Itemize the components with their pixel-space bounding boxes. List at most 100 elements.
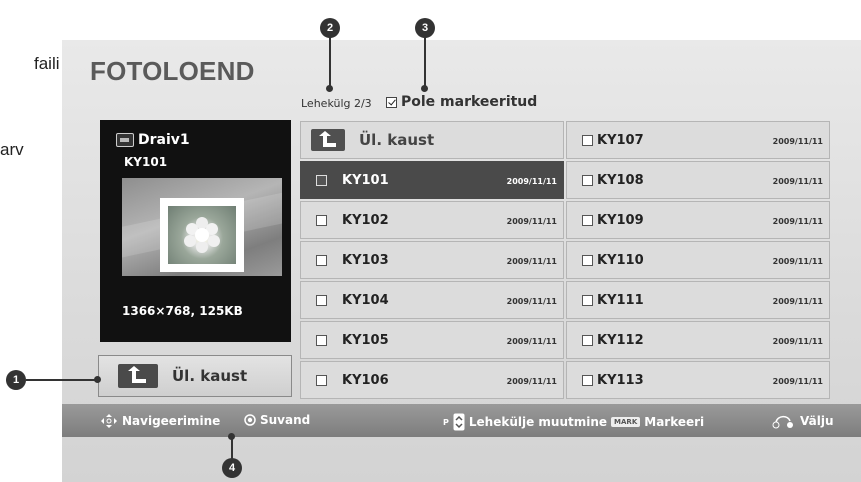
mark-key: MARK: [611, 417, 641, 427]
callout-line-3: [424, 37, 426, 87]
callout-dot-2: [326, 85, 333, 92]
file-name: KY112: [597, 332, 644, 348]
parent-folder-label: Ül. kaust: [172, 367, 248, 385]
file-date: 2009/11/11: [772, 217, 823, 226]
navigate-label: Navigeerimine: [122, 414, 221, 428]
callout-dot-1: [94, 376, 101, 383]
callout-line-2: [329, 37, 331, 87]
checkbox[interactable]: [582, 134, 593, 146]
file-item-ky112[interactable]: KY112 2009/11/11: [566, 321, 830, 359]
checkbox[interactable]: [582, 254, 593, 266]
preview-panel: Draiv1 KY101 1366×768, 125KB: [100, 120, 291, 342]
up-folder-icon: [311, 129, 345, 151]
up-folder-icon: [118, 364, 158, 388]
callout-line-1: [26, 379, 96, 381]
checkbox[interactable]: [316, 374, 327, 386]
ok-icon: [244, 414, 256, 426]
file-name: KY105: [342, 332, 389, 348]
file-item-ky104[interactable]: KY104 2009/11/11: [300, 281, 564, 319]
preview-thumbnail: [122, 178, 282, 276]
file-date: 2009/11/11: [506, 257, 557, 266]
file-item-ky109[interactable]: KY109 2009/11/11: [566, 201, 830, 239]
page-updown-icon: [453, 413, 465, 431]
file-item-ky103[interactable]: KY103 2009/11/11: [300, 241, 564, 279]
file-item-ky108[interactable]: KY108 2009/11/11: [566, 161, 830, 199]
file-item-ky101[interactable]: KY101 2009/11/11: [300, 161, 564, 199]
checkbox[interactable]: [582, 334, 593, 346]
file-date: 2009/11/11: [506, 337, 557, 346]
photo-icon: [160, 198, 244, 272]
page-title: FOTOLOEND: [90, 56, 255, 86]
file-name: KY109: [597, 212, 644, 228]
exit-label: Välju: [800, 414, 834, 428]
navigate-arrows-icon: [101, 414, 117, 428]
file-name: KY111: [597, 292, 644, 308]
checkbox[interactable]: [582, 374, 593, 386]
mark-label: Markeeri: [644, 415, 705, 429]
file-item-ky107[interactable]: KY107 2009/11/11: [566, 121, 830, 159]
callout-2: 2: [320, 18, 340, 38]
file-date: 2009/11/11: [506, 177, 557, 186]
file-date: 2009/11/11: [506, 377, 557, 386]
page-key: P: [443, 417, 449, 427]
file-date: 2009/11/11: [772, 257, 823, 266]
navigate-hint: Navigeerimine: [100, 413, 220, 429]
file-name: KY104: [342, 292, 389, 308]
side-text-2: arv: [0, 140, 24, 159]
drive-label: Draiv1: [116, 132, 190, 148]
ok-label: Suvand: [260, 413, 311, 427]
parent-folder-button[interactable]: Ül. kaust: [98, 355, 292, 397]
file-item-ky111[interactable]: KY111 2009/11/11: [566, 281, 830, 319]
checkbox[interactable]: [316, 254, 327, 266]
ok-hint: Suvand: [244, 413, 310, 427]
checkbox[interactable]: [582, 174, 593, 186]
file-item-ky110[interactable]: KY110 2009/11/11: [566, 241, 830, 279]
file-item-ky106[interactable]: KY106 2009/11/11: [300, 361, 564, 399]
checkbox[interactable]: [582, 294, 593, 306]
preview-file-name: KY101: [124, 155, 168, 169]
file-date: 2009/11/11: [772, 177, 823, 186]
exit-hint: Välju: [772, 413, 834, 429]
file-item-ky105[interactable]: KY105 2009/11/11: [300, 321, 564, 359]
file-date: 2009/11/11: [506, 217, 557, 226]
bottom-help-bar: Navigeerimine Suvand P Lehekülje muutmin…: [62, 404, 861, 437]
file-name: KY103: [342, 252, 389, 268]
file-date: 2009/11/11: [772, 377, 823, 386]
grid-up-dir-label: Ül. kaust: [359, 131, 435, 149]
side-text-1: faili: [34, 54, 60, 73]
file-name: KY108: [597, 172, 644, 188]
file-date: 2009/11/11: [772, 337, 823, 346]
file-name: KY101: [342, 172, 389, 188]
file-name: KY110: [597, 252, 644, 268]
callout-1: 1: [6, 370, 26, 390]
checkbox[interactable]: [316, 334, 327, 346]
mark-status-label: Pole markeeritud: [401, 94, 538, 110]
checkbox[interactable]: [582, 214, 593, 226]
callout-4: 4: [222, 458, 242, 478]
checkbox[interactable]: [316, 214, 327, 226]
callout-3: 3: [415, 18, 435, 38]
callout-line-4: [231, 437, 233, 459]
drive-name: Draiv1: [138, 132, 190, 148]
checkbox[interactable]: [316, 174, 327, 186]
page-indicator: Lehekülg 2/3: [301, 97, 372, 110]
file-date: 2009/11/11: [772, 297, 823, 306]
file-name: KY113: [597, 372, 644, 388]
mark-status: Pole markeeritud: [386, 94, 537, 110]
page-change-hint: P Lehekülje muutmine MARK Markeeri: [443, 413, 704, 431]
checkbox[interactable]: [316, 294, 327, 306]
preview-dimensions: 1366×768, 125KB: [122, 304, 243, 318]
drive-icon: [116, 133, 134, 147]
file-item-ky102[interactable]: KY102 2009/11/11: [300, 201, 564, 239]
page-change-label: Lehekülje muutmine: [468, 415, 608, 429]
file-name: KY106: [342, 372, 389, 388]
file-item-ky113[interactable]: KY113 2009/11/11: [566, 361, 830, 399]
file-name: KY107: [597, 132, 644, 148]
grid-up-dir[interactable]: Ül. kaust: [300, 121, 564, 159]
exit-return-icon: [772, 415, 793, 429]
callout-dot-3: [421, 85, 428, 92]
checkmark-icon: [386, 96, 397, 108]
file-date: 2009/11/11: [506, 297, 557, 306]
file-date: 2009/11/11: [772, 137, 823, 146]
file-name: KY102: [342, 212, 389, 228]
